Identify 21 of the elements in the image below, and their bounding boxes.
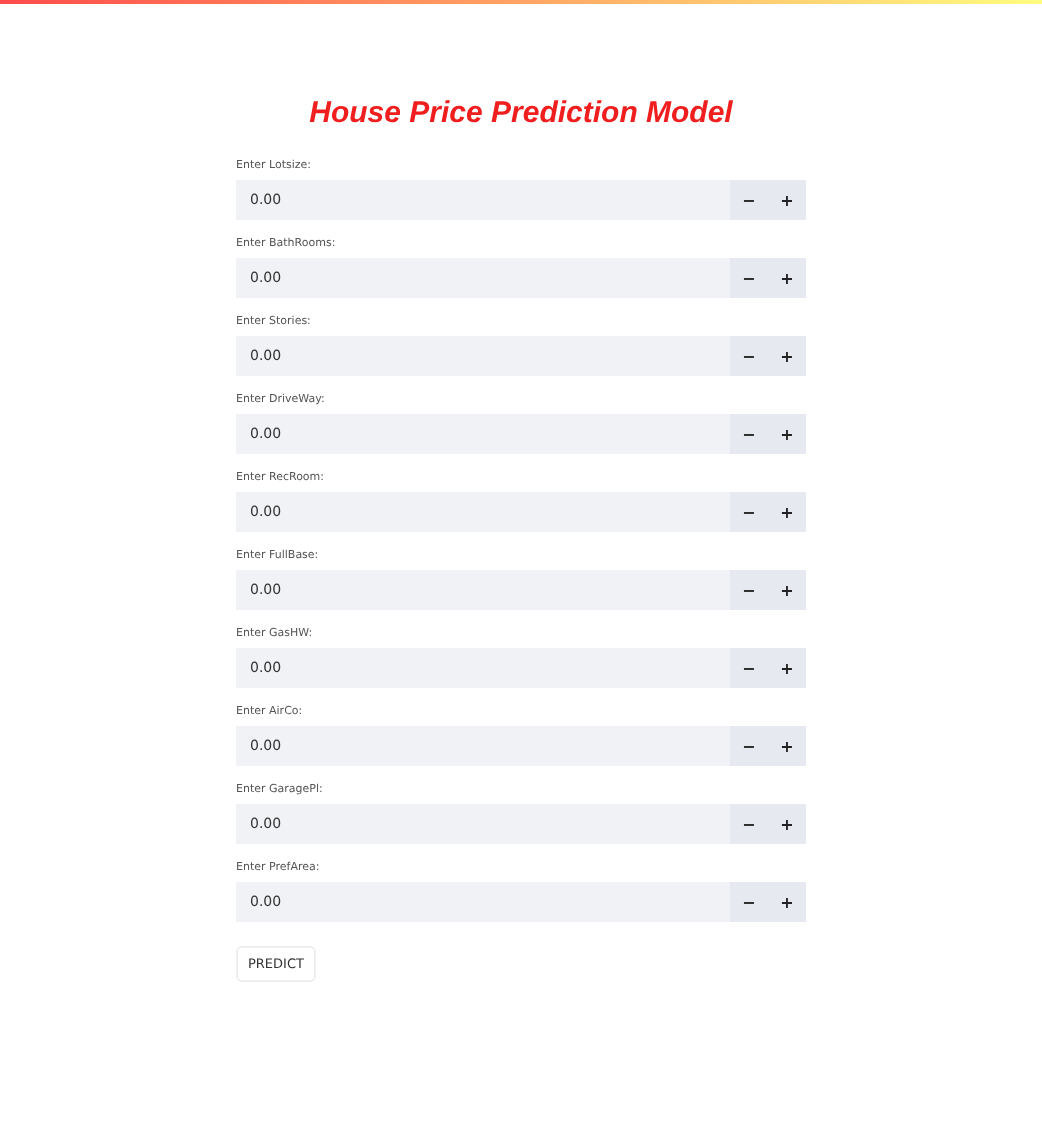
increment-button[interactable]: + bbox=[768, 414, 806, 454]
decrement-button[interactable]: − bbox=[730, 570, 768, 610]
increment-button[interactable]: + bbox=[768, 804, 806, 844]
increment-button[interactable]: + bbox=[768, 726, 806, 766]
decrement-button[interactable]: − bbox=[730, 336, 768, 376]
decrement-button[interactable]: − bbox=[730, 414, 768, 454]
increment-button[interactable]: + bbox=[768, 882, 806, 922]
increment-button[interactable]: + bbox=[768, 336, 806, 376]
page-title: House Price Prediction Model bbox=[307, 96, 735, 132]
decrement-button[interactable]: − bbox=[730, 180, 768, 220]
decrement-button[interactable]: − bbox=[730, 492, 768, 532]
increment-button[interactable]: + bbox=[768, 180, 806, 220]
decrement-button[interactable]: − bbox=[730, 804, 768, 844]
increment-button[interactable]: + bbox=[768, 258, 806, 298]
increment-button[interactable]: + bbox=[768, 492, 806, 532]
decrement-button[interactable]: − bbox=[730, 258, 768, 298]
decrement-button[interactable]: − bbox=[730, 726, 768, 766]
decrement-button[interactable]: − bbox=[730, 882, 768, 922]
increment-button[interactable]: + bbox=[768, 648, 806, 688]
increment-button[interactable]: + bbox=[768, 570, 806, 610]
decrement-button[interactable]: − bbox=[730, 648, 768, 688]
